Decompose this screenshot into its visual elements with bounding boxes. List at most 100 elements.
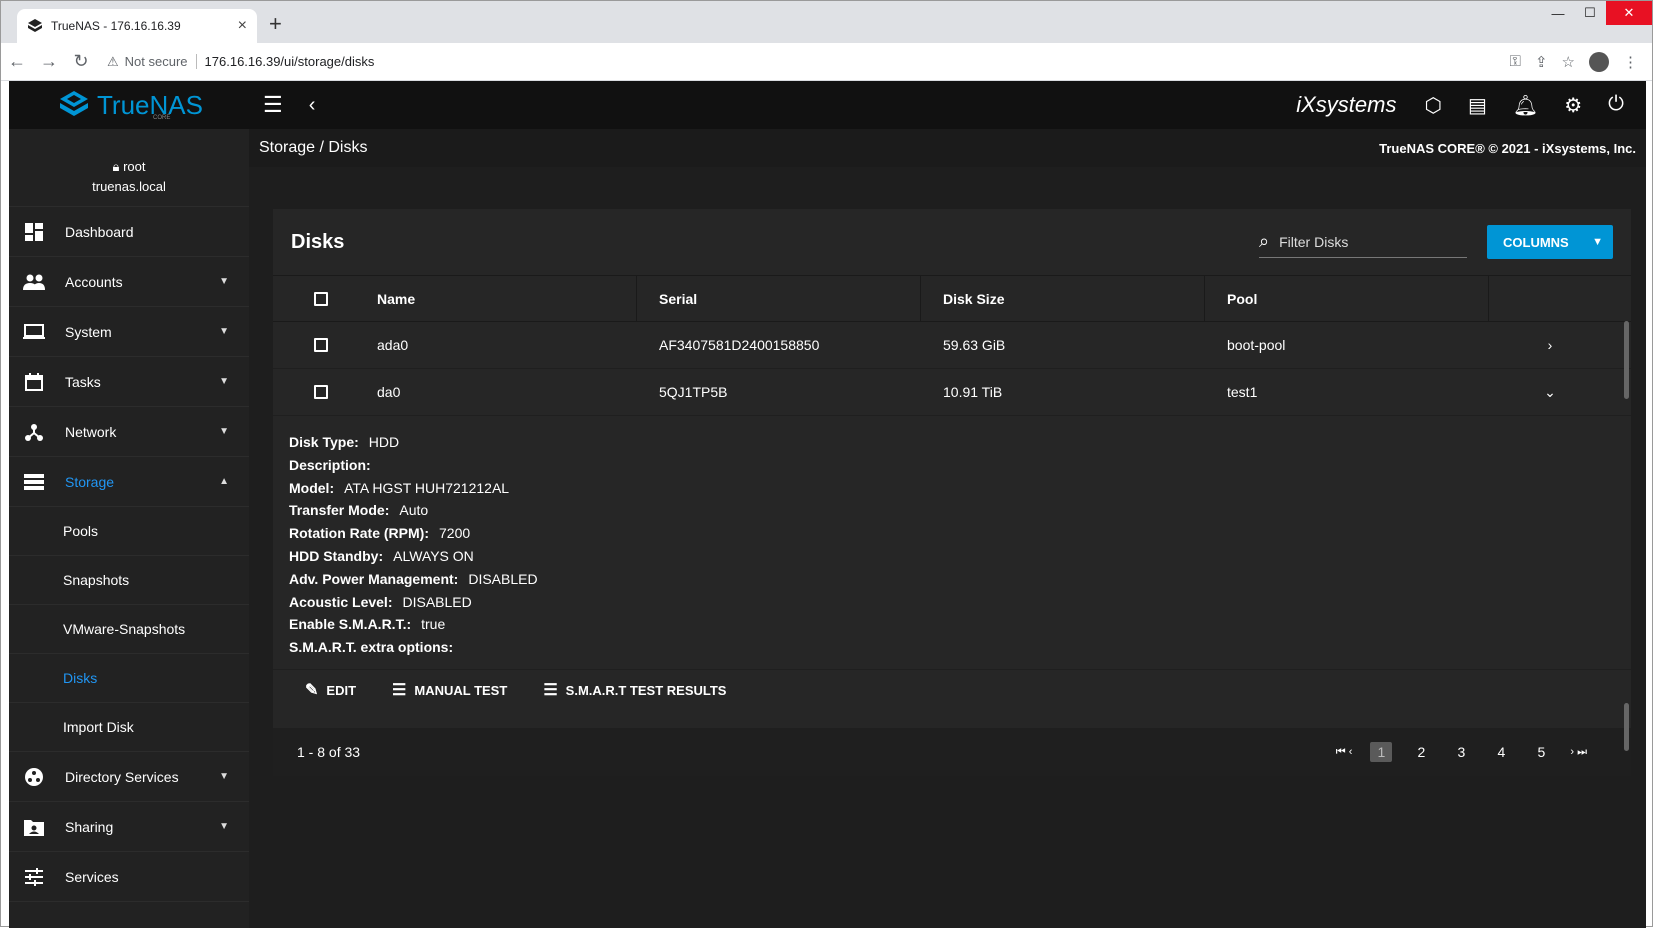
ixsystems-logo[interactable]: iXsystems: [1296, 92, 1396, 118]
sidebar-item-tasks[interactable]: Tasks ▼: [9, 357, 249, 407]
sidebar-item-sharing[interactable]: Sharing ▼: [9, 802, 249, 852]
row-checkbox[interactable]: [314, 338, 328, 352]
caret-down-icon: ▼: [219, 821, 229, 832]
reload-icon[interactable]: ↻: [65, 51, 97, 72]
cell-serial: 5QJ1TP5B: [659, 384, 728, 400]
calendar-icon: [21, 372, 47, 392]
sidebar-subitem-snapshots[interactable]: Snapshots: [9, 556, 249, 605]
truenas-logo[interactable]: TrueNAS CORE: [9, 88, 249, 122]
detail-value: Auto: [399, 502, 429, 519]
header-pool[interactable]: Pool: [1205, 276, 1489, 321]
header-serial[interactable]: Serial: [637, 276, 921, 321]
detail-label: S.M.A.R.T. extra options:: [289, 639, 454, 656]
edit-button[interactable]: ✎ EDIT: [305, 680, 356, 700]
row-checkbox[interactable]: [314, 385, 328, 399]
tab-title: TrueNAS - 176.16.16.39: [51, 19, 181, 33]
page-5[interactable]: 5: [1530, 744, 1552, 760]
cell-name: ada0: [377, 337, 409, 353]
key-icon[interactable]: ⚿: [1510, 53, 1521, 70]
brand-name: TrueNAS: [97, 89, 203, 120]
card-header: Disks ⌕ COLUMNS ▼: [273, 209, 1631, 275]
paginator: ⏮ ‹ 1 2 3 4 5 › ⏭: [1336, 742, 1587, 762]
filter-disks-input[interactable]: [1279, 233, 1450, 250]
sidebar-subitem-vmware-snapshots[interactable]: VMware-Snapshots: [9, 605, 249, 654]
directory-icon: [21, 767, 47, 787]
chevron-right-icon[interactable]: ›: [1548, 337, 1573, 353]
sidebar-item-label: Directory Services: [65, 768, 179, 785]
browser-tab[interactable]: TrueNAS - 176.16.16.39 ×: [17, 9, 257, 43]
scrollbar-thumb[interactable]: [1624, 321, 1629, 399]
star-icon[interactable]: ☆: [1562, 53, 1575, 71]
last-page-icon[interactable]: › ⏭: [1570, 746, 1587, 759]
table-row[interactable]: ada0 AF3407581D2400158850 59.63 GiB boot…: [273, 322, 1631, 369]
caret-down-icon: ▼: [219, 376, 229, 387]
detail-value: HDD: [368, 434, 400, 450]
filter-box: ⌕: [1259, 226, 1467, 258]
caret-up-icon: ▲: [219, 476, 229, 487]
chevron-left-icon[interactable]: ‹: [309, 94, 316, 117]
power-icon[interactable]: ⏻: [1608, 93, 1624, 118]
detail-label: Rotation Rate (RPM):: [289, 525, 429, 542]
manual-test-button[interactable]: ☰ MANUAL TEST: [392, 680, 507, 700]
gear-icon[interactable]: ⚙: [1564, 93, 1582, 118]
profile-avatar[interactable]: [1589, 51, 1609, 72]
bell-icon[interactable]: 🔔︎: [1513, 93, 1538, 118]
cell-size: 59.63 GiB: [943, 337, 1006, 353]
columns-button[interactable]: COLUMNS ▼: [1487, 225, 1613, 259]
new-tab-icon[interactable]: +: [269, 11, 282, 37]
columns-label: COLUMNS: [1503, 234, 1569, 250]
forward-icon[interactable]: →: [33, 51, 65, 72]
sidebar-subitem-disks[interactable]: Disks: [9, 654, 249, 703]
sidebar-item-services[interactable]: Services: [9, 852, 249, 902]
select-all-cell: [273, 276, 353, 321]
sidebar-subitem-pools[interactable]: Pools: [9, 507, 249, 556]
sidebar-item-storage[interactable]: Storage ▲: [9, 457, 249, 507]
clipboard-icon[interactable]: ▤: [1468, 93, 1487, 118]
caret-down-icon: ▼: [219, 426, 229, 437]
page-1[interactable]: 1: [1370, 742, 1393, 762]
chevron-down-icon[interactable]: ⌄: [1544, 384, 1576, 401]
tab-close-icon[interactable]: ×: [238, 17, 247, 35]
detail-label: Enable S.M.A.R.T.:: [289, 616, 412, 633]
sidebar-item-label: Services: [65, 868, 119, 885]
page-3[interactable]: 3: [1450, 744, 1472, 760]
tune-icon: [21, 867, 47, 887]
header-disk-size[interactable]: Disk Size: [921, 276, 1205, 321]
minimize-icon[interactable]: —: [1542, 1, 1574, 25]
sidebar-item-label: Network: [65, 423, 117, 440]
window-close-icon[interactable]: ✕: [1606, 1, 1652, 25]
network-icon: [21, 422, 47, 442]
sidebar-item-network[interactable]: Network ▼: [9, 407, 249, 457]
list-icon: ☰: [543, 682, 558, 699]
address-bar[interactable]: ⚠ Not secure 176.16.16.39/ui/storage/dis…: [107, 47, 1510, 77]
first-page-icon[interactable]: ⏮ ‹: [1336, 746, 1353, 759]
sidebar-item-label: System: [65, 323, 112, 340]
sidebar-item-system[interactable]: System ▼: [9, 307, 249, 357]
row-actions: ✎ EDIT ☰ MANUAL TEST ☰ S.M.A.R.T TEST RESUL…: [273, 670, 1631, 700]
back-icon[interactable]: ←: [1, 51, 33, 72]
laptop-icon: [21, 322, 47, 342]
tab-strip: TrueNAS - 176.16.16.39 × + — ☐ ✕: [1, 1, 1652, 43]
detail-value: ATA HGST HUH721212AL: [344, 479, 510, 496]
truecommand-icon[interactable]: ⬡: [1424, 93, 1441, 118]
truenas-app: TrueNAS CORE ☰ ‹ iXsystems ⬡ ▤ 🔔︎ ⚙ ⏻ St…: [9, 81, 1646, 928]
sidebar-subitem-import-disk[interactable]: Import Disk: [9, 703, 249, 752]
table-row[interactable]: da0 5QJ1TP5B 10.91 TiB test1 ⌄: [273, 369, 1631, 416]
share-icon[interactable]: ⇪: [1535, 53, 1548, 71]
pencil-icon: ✎: [305, 682, 319, 699]
scrollbar-thumb-lower[interactable]: [1624, 703, 1629, 751]
header-name[interactable]: Name: [353, 276, 637, 321]
url-text: 176.16.16.39/ui/storage/disks: [204, 54, 375, 69]
page-2[interactable]: 2: [1410, 744, 1432, 760]
hamburger-menu-icon[interactable]: ☰: [263, 92, 283, 118]
select-all-checkbox[interactable]: [314, 291, 328, 306]
sidebar-item-accounts[interactable]: Accounts ▼: [9, 257, 249, 307]
smart-test-results-button[interactable]: ☰ S.M.A.R.T TEST RESULTS: [543, 680, 726, 700]
toolbar-actions: ⚿ ⇪ ☆ ⋮: [1510, 51, 1638, 72]
maximize-icon[interactable]: ☐: [1574, 1, 1606, 25]
kebab-menu-icon[interactable]: ⋮: [1623, 53, 1638, 71]
page-4[interactable]: 4: [1490, 744, 1512, 760]
sidebar-item-label: Accounts: [65, 273, 123, 290]
sidebar-item-dashboard[interactable]: Dashboard: [9, 207, 249, 257]
sidebar-item-directory-services[interactable]: Directory Services ▼: [9, 752, 249, 802]
